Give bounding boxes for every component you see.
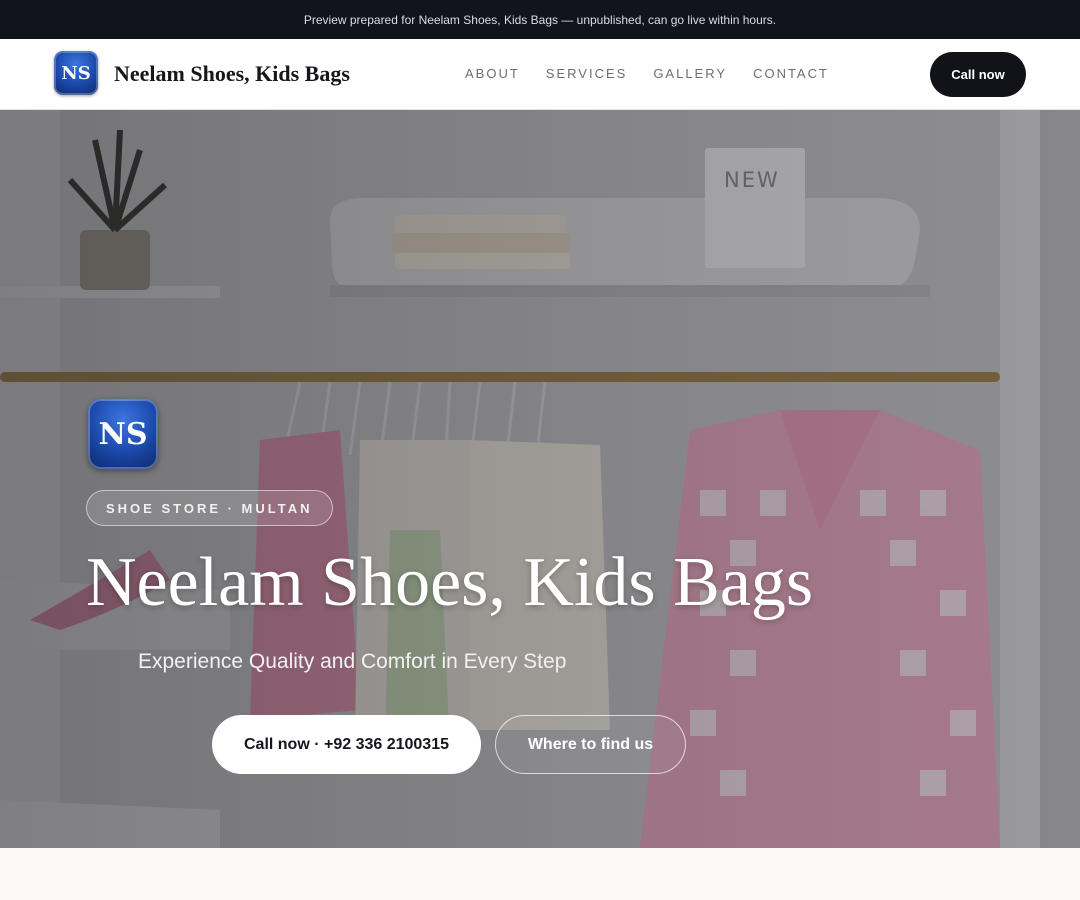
header-call-button[interactable]: Call now — [930, 52, 1026, 97]
nav-services[interactable]: SERVICES — [546, 66, 628, 81]
main-nav: ABOUT SERVICES GALLERY CONTACT — [465, 66, 829, 81]
hero-subtitle: Experience Quality and Comfort in Every … — [138, 650, 567, 673]
preview-banner-text: Preview prepared for Neelam Shoes, Kids … — [303, 12, 777, 27]
nav-contact[interactable]: CONTACT — [753, 66, 829, 81]
nav-about[interactable]: ABOUT — [465, 66, 520, 81]
call-phone-button[interactable]: Call now · +92 336 2100315 — [212, 715, 481, 774]
find-us-button[interactable]: Where to find us — [495, 715, 686, 774]
preview-banner: Preview prepared for Neelam Shoes, Kids … — [0, 0, 1080, 39]
hero-logo-initials: NS — [98, 416, 148, 452]
brand-logo[interactable]: NS — [54, 51, 98, 95]
photo-sign-text: NEW — [724, 168, 780, 192]
hero-section: NS SHOE STORE · MULTAN Neelam Shoes, Kid… — [0, 110, 1080, 848]
hero-logo: NS — [88, 399, 158, 469]
nav-gallery[interactable]: GALLERY — [653, 66, 727, 81]
next-section — [0, 848, 1080, 900]
hero-title: Neelam Shoes, Kids Bags — [86, 544, 814, 621]
site-header: NS Neelam Shoes, Kids Bags ABOUT SERVICE… — [0, 39, 1080, 110]
category-badge: SHOE STORE · MULTAN — [86, 490, 333, 526]
brand-logo-initials: NS — [61, 62, 91, 84]
brand-name[interactable]: Neelam Shoes, Kids Bags — [114, 61, 350, 87]
